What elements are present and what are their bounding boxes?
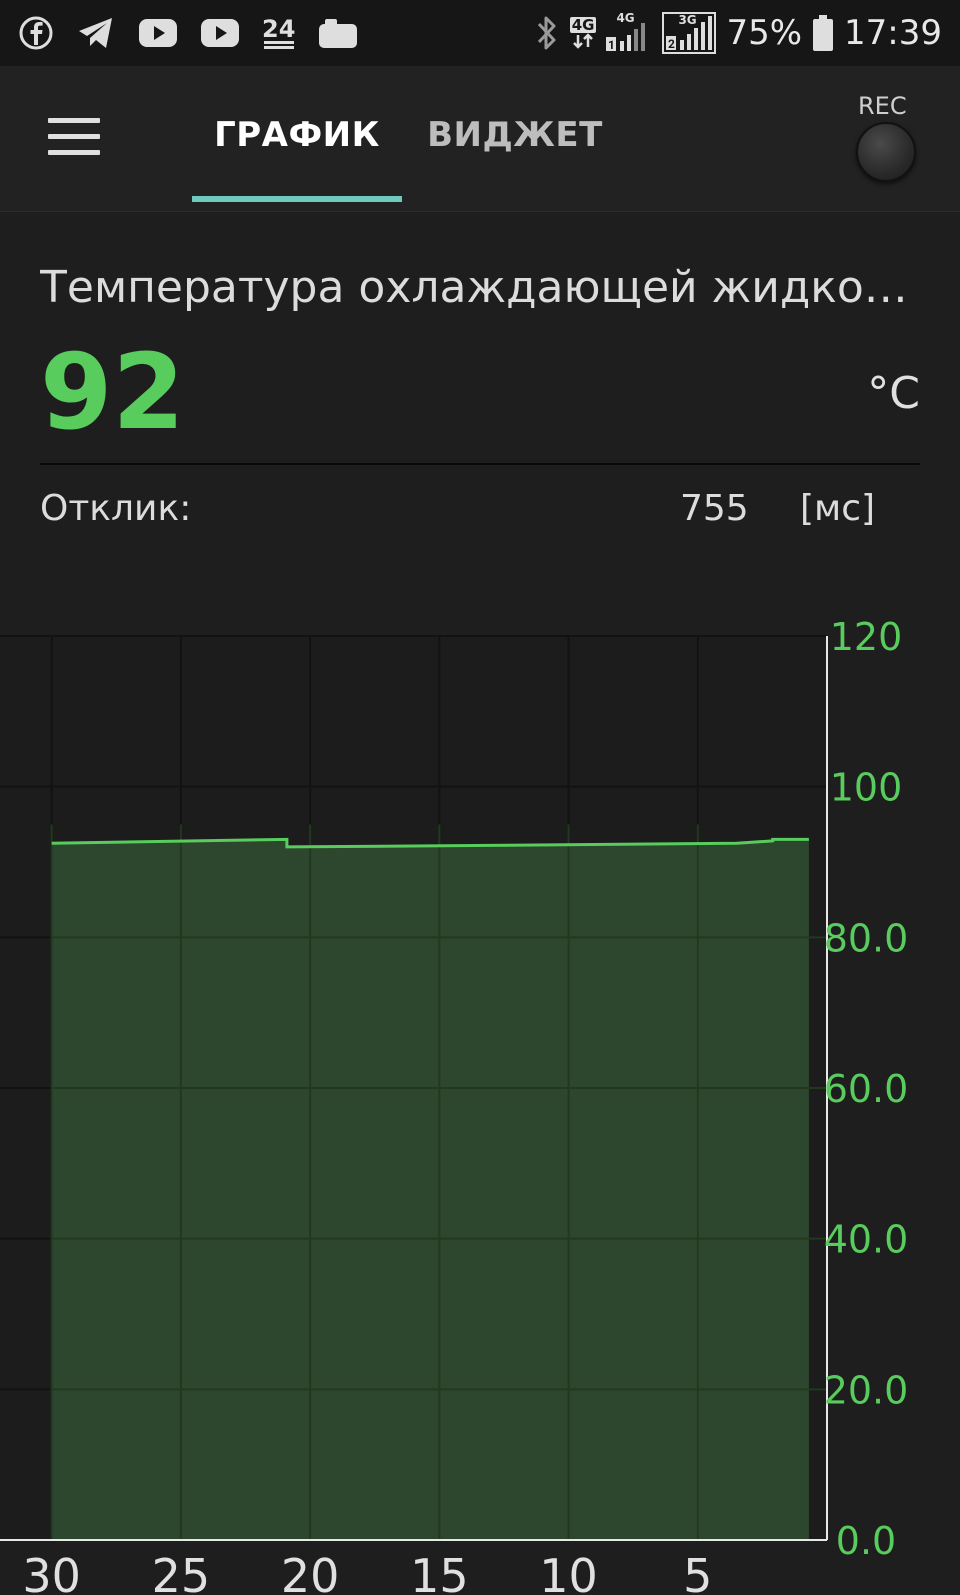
- y-tick-label: 100: [830, 766, 903, 810]
- battery-icon: [812, 14, 834, 52]
- network-4g-data-icon: 4G: [569, 17, 597, 49]
- news24-label: 24: [262, 15, 296, 43]
- tab-indicator: [192, 196, 402, 202]
- rec-button[interactable]: [856, 122, 916, 182]
- hamburger-icon: [48, 118, 100, 123]
- divider: [40, 463, 920, 465]
- youtube-icon: [200, 18, 240, 48]
- chart-svg: 0.0 20.0 40.0 60.0 80.0 100 120 30 25 20 15 10 5: [0, 615, 909, 1595]
- x-tick-label: 5: [683, 1549, 712, 1595]
- y-tick-label: 40.0: [824, 1218, 909, 1262]
- x-tick-label: 20: [281, 1549, 340, 1595]
- menu-button[interactable]: [48, 118, 100, 158]
- x-tick-label: 30: [22, 1549, 81, 1595]
- temperature-chart[interactable]: 0.0 20.0 40.0 60.0 80.0 100 120 30 25 20 15 10 5: [0, 590, 960, 1595]
- y-tick-label: 60.0: [824, 1067, 909, 1111]
- y-tick-label: 20.0: [824, 1368, 909, 1412]
- facebook-icon: [18, 15, 54, 51]
- y-tick-label: 80.0: [824, 916, 909, 960]
- app-bar: ГРАФИК ВИДЖЕТ REC: [0, 66, 960, 212]
- tab-widget[interactable]: ВИДЖЕТ: [420, 66, 610, 204]
- svg-text:2: 2: [668, 37, 675, 51]
- x-tick-label: 15: [410, 1549, 469, 1595]
- telegram-icon: [76, 15, 116, 51]
- x-tick-label: 10: [539, 1549, 598, 1595]
- signal-sim1-icon: 4G 1: [606, 11, 652, 53]
- sensor-unit: °C: [867, 368, 920, 419]
- response-label: Отклик:: [40, 488, 192, 529]
- svg-text:1: 1: [608, 38, 615, 52]
- news24-icon: 24: [262, 17, 295, 49]
- rec-label: REC: [858, 92, 907, 120]
- camera-icon: [317, 16, 359, 50]
- y-tick-label: 120: [830, 615, 903, 659]
- x-tick-label: 25: [152, 1549, 211, 1595]
- clock: 17:39: [844, 13, 942, 53]
- response-unit: [мс]: [800, 488, 876, 529]
- signal-sim2-icon: 3G 2: [662, 12, 717, 54]
- battery-percent: 75%: [726, 13, 803, 53]
- notification-icons: 24: [18, 15, 359, 51]
- response-value: 755: [680, 488, 749, 529]
- sensor-name: Температура охлаждающей жидко…: [40, 262, 908, 313]
- tab-graph[interactable]: ГРАФИК: [192, 66, 402, 204]
- bluetooth-icon: [534, 14, 560, 52]
- temperature-area: [51, 839, 809, 1540]
- status-bar: 24 4G 4G 1 3G 2 75% 17:39: [0, 0, 960, 66]
- sensor-value: 92: [40, 331, 185, 453]
- youtube-icon: [138, 18, 178, 48]
- y-tick-label: 0.0: [836, 1519, 896, 1563]
- system-icons: 4G 4G 1 3G 2 75% 17:39: [534, 11, 942, 54]
